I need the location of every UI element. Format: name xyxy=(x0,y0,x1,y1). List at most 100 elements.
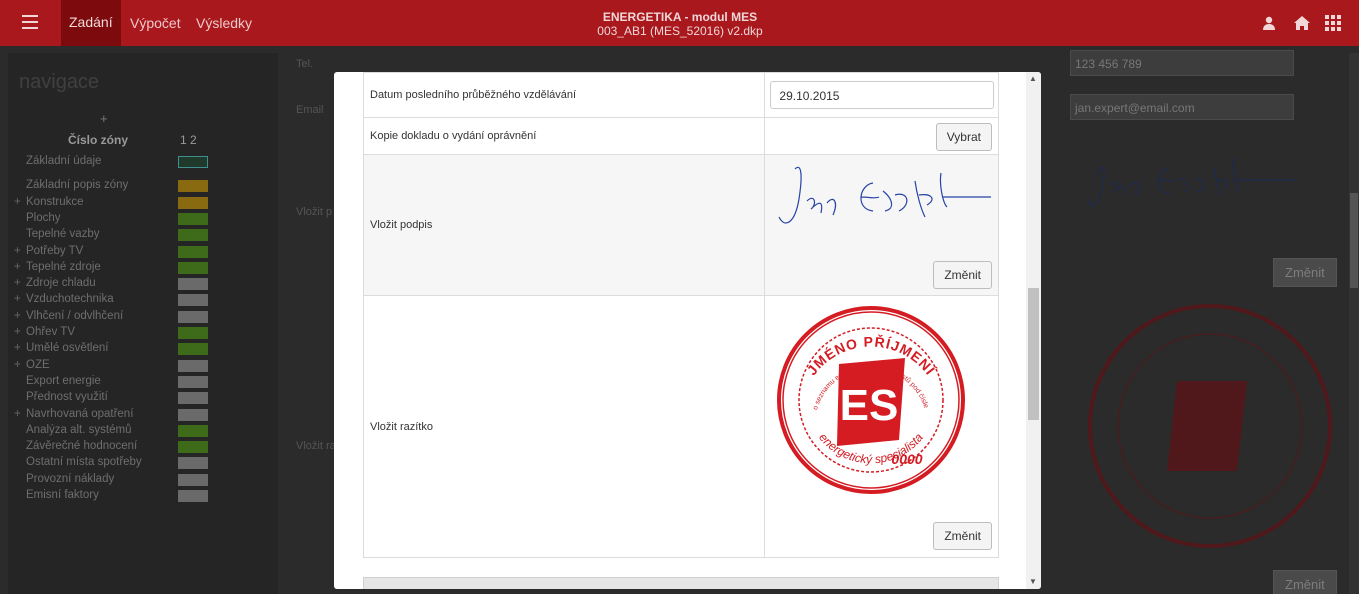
menu-icon[interactable] xyxy=(22,15,38,29)
app-title: ENERGETIKA - modul MES 003_AB1 (MES_5201… xyxy=(480,10,880,38)
signature-image xyxy=(778,166,992,224)
zone-status-indicator xyxy=(178,310,208,323)
expand-icon[interactable]: + xyxy=(14,359,21,371)
apps-grid-icon[interactable] xyxy=(1325,15,1343,31)
sidebar-item[interactable]: + Umělé osvětlení xyxy=(8,341,278,357)
change-stamp-button[interactable]: Změnit xyxy=(933,522,992,550)
zone-status-indicator xyxy=(178,424,208,437)
copy-doc-cell: Vybrat xyxy=(764,117,999,155)
expand-icon[interactable]: + xyxy=(14,342,21,354)
sidebar-item[interactable]: Provozní náklady xyxy=(8,472,278,488)
sidebar-item-label: Tepelné vazby xyxy=(26,228,100,241)
zone-status-indicator xyxy=(178,156,208,168)
email-input[interactable]: jan.expert@email.com xyxy=(1070,94,1294,120)
zone-status-indicator xyxy=(178,278,208,291)
zone-status-indicator xyxy=(178,359,208,372)
sidebar-item[interactable]: Ostatní místa spotřeby xyxy=(8,455,278,471)
sidebar-item[interactable]: + Zdroje chladu xyxy=(8,276,278,292)
sidebar-item-label: Umělé osvětlení xyxy=(26,342,109,355)
sidebar-item-label: Ostatní místa spotřeby xyxy=(26,456,142,469)
sidebar-item[interactable]: + Ohřev TV xyxy=(8,325,278,341)
email-label: Email xyxy=(296,104,324,116)
modal-dialog: Datum posledního průběžného vzdělávání 2… xyxy=(334,72,1041,589)
scroll-up-icon[interactable]: ▲ xyxy=(1029,74,1037,83)
sidebar-item[interactable]: Emisní faktory xyxy=(8,488,278,504)
sidebar-item-label: Emisní faktory xyxy=(26,489,99,501)
page-scrollbar-thumb[interactable] xyxy=(1350,193,1358,288)
stamp-label-modal: Vložit razítko xyxy=(362,295,766,558)
expand-icon[interactable]: + xyxy=(14,293,21,305)
zone-status-indicator xyxy=(178,180,208,193)
sidebar-item-label: Navrhovaná opatření xyxy=(26,407,134,420)
change-signature-bg-button[interactable]: Změnit xyxy=(1273,258,1337,287)
date-cell: 29.10.2015 xyxy=(764,72,999,118)
sidebar-item[interactable]: Tepelné vazby xyxy=(8,227,278,243)
sidebar-item[interactable]: + Tepelné zdroje xyxy=(8,260,278,276)
change-stamp-bg-button[interactable]: Změnit xyxy=(1273,570,1337,594)
zone-status-indicator xyxy=(178,457,208,470)
sidebar-item-label: Přednost využití xyxy=(26,391,108,404)
expand-icon[interactable]: + xyxy=(14,310,21,322)
zone-status-indicator xyxy=(178,245,208,258)
signature-label-modal: Vložit podpis xyxy=(362,154,766,296)
sidebar-item-label: Provozní náklady xyxy=(26,472,115,485)
table-row: Vložit razítko JMÉNO PŘÍJMENÍ o seznamu … xyxy=(362,295,999,558)
expand-icon[interactable]: + xyxy=(14,245,21,257)
date-label: Datum posledního průběžného vzdělávání xyxy=(362,72,766,118)
stamp-logo-letters: ES xyxy=(840,381,899,430)
signature-image-bg xyxy=(1087,157,1296,207)
table-row: Vložit podpis Změnit xyxy=(362,154,999,296)
scroll-down-icon[interactable]: ▼ xyxy=(1029,577,1037,586)
sidebar-item[interactable]: Základní údaje xyxy=(8,154,278,170)
tab-vypocet[interactable]: Výpočet xyxy=(130,15,181,31)
expand-icon[interactable]: + xyxy=(14,261,21,273)
sidebar-item[interactable]: + Konstrukce xyxy=(8,195,278,211)
user-icon[interactable] xyxy=(1261,15,1279,31)
sidebar-item[interactable]: Závěrečné hodnocení xyxy=(8,439,278,455)
sidebar-item[interactable]: + Potřeby TV xyxy=(8,244,278,260)
tel-label: Tel. xyxy=(296,58,314,70)
expand-icon[interactable]: + xyxy=(14,326,21,338)
sidebar-item-label: Vzduchotechnika xyxy=(26,293,114,306)
sidebar-item[interactable]: + Navrhovaná opatření xyxy=(8,407,278,423)
file-name: 003_AB1 (MES_52016) v2.dkp xyxy=(597,24,763,38)
expand-icon[interactable]: + xyxy=(14,277,21,289)
copy-doc-label: Kopie dokladu o vydání oprávnění xyxy=(362,117,766,155)
sidebar-item[interactable]: Základní popis zóny xyxy=(8,178,278,194)
sidebar-item[interactable]: + OZE xyxy=(8,358,278,374)
page-scrollbar[interactable] xyxy=(1349,53,1359,594)
sidebar-item[interactable]: Export energie xyxy=(8,374,278,390)
stamp-image-bg xyxy=(1088,304,1332,548)
home-icon[interactable] xyxy=(1293,15,1311,31)
zone-status-indicator xyxy=(178,212,208,225)
tab-vysledky[interactable]: Výsledky xyxy=(196,15,252,31)
modal-scrollbar[interactable]: ▲ ▼ xyxy=(1026,72,1041,589)
sidebar-item[interactable]: + Vzduchotechnika xyxy=(8,292,278,308)
expand-all-button[interactable]: + xyxy=(100,111,108,126)
sidebar-item[interactable]: + Vlhčení / odvlhčení xyxy=(8,309,278,325)
modal-table: Datum posledního průběžného vzdělávání 2… xyxy=(362,72,999,558)
sidebar-item[interactable]: Přednost využití xyxy=(8,390,278,406)
zone-numbers: 1 2 xyxy=(180,133,197,147)
sidebar-item[interactable]: Analýza alt. systémů xyxy=(8,423,278,439)
date-input[interactable]: 29.10.2015 xyxy=(770,81,995,109)
sidebar-item-label: OZE xyxy=(26,358,50,371)
sidebar-item[interactable]: Plochy xyxy=(8,211,278,227)
tel-input[interactable]: 123 456 789 xyxy=(1070,50,1294,76)
modal-scrollbar-thumb[interactable] xyxy=(1028,288,1039,420)
sidebar-item-label: Základní údaje xyxy=(26,155,102,167)
expand-icon[interactable]: + xyxy=(14,196,21,208)
select-file-button[interactable]: Vybrat xyxy=(935,123,992,151)
zone-status-indicator xyxy=(178,473,208,486)
signature-label: Vložit p xyxy=(296,206,333,218)
modal-content: Datum posledního průběžného vzdělávání 2… xyxy=(362,72,999,589)
zone-status-indicator xyxy=(178,392,208,405)
change-signature-button[interactable]: Změnit xyxy=(933,261,992,289)
expand-icon[interactable]: + xyxy=(14,408,21,420)
sidebar-item-label: Závěrečné hodnocení xyxy=(26,440,138,453)
zone-status-indicator xyxy=(178,343,208,356)
sidebar-item-label: Vlhčení / odvlhčení xyxy=(26,309,124,322)
app-title-main: ENERGETIKA - modul MES xyxy=(602,10,758,24)
stamp-image: JMÉNO PŘÍJMENÍ do seznamu energetických … xyxy=(773,300,966,494)
tab-zadani[interactable]: Zadání xyxy=(61,0,121,46)
